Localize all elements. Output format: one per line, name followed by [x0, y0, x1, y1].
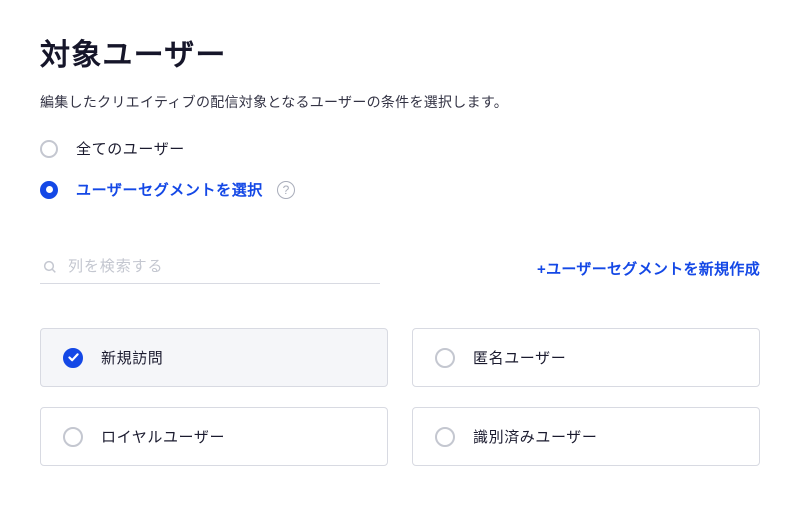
- radio-icon: [40, 140, 58, 158]
- segment-label: 新規訪問: [101, 347, 163, 368]
- target-mode-radio-group: 全てのユーザー ユーザーセグメントを選択 ?: [40, 138, 760, 200]
- radio-icon: [40, 181, 58, 199]
- search-input[interactable]: [68, 258, 378, 275]
- search-field-wrap: [40, 252, 380, 284]
- check-icon: [68, 353, 79, 362]
- segment-checkbox: [63, 427, 83, 447]
- segment-checkbox: [435, 427, 455, 447]
- segment-card-anonymous[interactable]: 匿名ユーザー: [412, 328, 760, 387]
- search-icon: [42, 259, 58, 275]
- page-description: 編集したクリエイティブの配信対象となるユーザーの条件を選択します。: [40, 92, 760, 112]
- segment-label: ロイヤルユーザー: [101, 426, 225, 447]
- radio-select-segment[interactable]: ユーザーセグメントを選択 ?: [40, 179, 760, 200]
- segment-label: 識別済みユーザー: [473, 426, 598, 447]
- radio-label: ユーザーセグメントを選択: [76, 179, 263, 200]
- segment-card-new-visit[interactable]: 新規訪問: [40, 328, 388, 387]
- help-icon[interactable]: ?: [277, 181, 295, 199]
- search-create-row: +ユーザーセグメントを新規作成: [40, 252, 760, 284]
- create-segment-link[interactable]: +ユーザーセグメントを新規作成: [537, 258, 760, 279]
- segment-label: 匿名ユーザー: [473, 347, 566, 368]
- segment-card-identified[interactable]: 識別済みユーザー: [412, 407, 760, 466]
- segment-card-loyal[interactable]: ロイヤルユーザー: [40, 407, 388, 466]
- radio-all-users[interactable]: 全てのユーザー: [40, 138, 760, 159]
- segment-checkbox: [435, 348, 455, 368]
- segment-checkbox: [63, 348, 83, 368]
- page-title: 対象ユーザー: [40, 30, 760, 74]
- segment-grid: 新規訪問 匿名ユーザー ロイヤルユーザー 識別済みユーザー: [40, 328, 760, 466]
- radio-label: 全てのユーザー: [76, 138, 185, 159]
